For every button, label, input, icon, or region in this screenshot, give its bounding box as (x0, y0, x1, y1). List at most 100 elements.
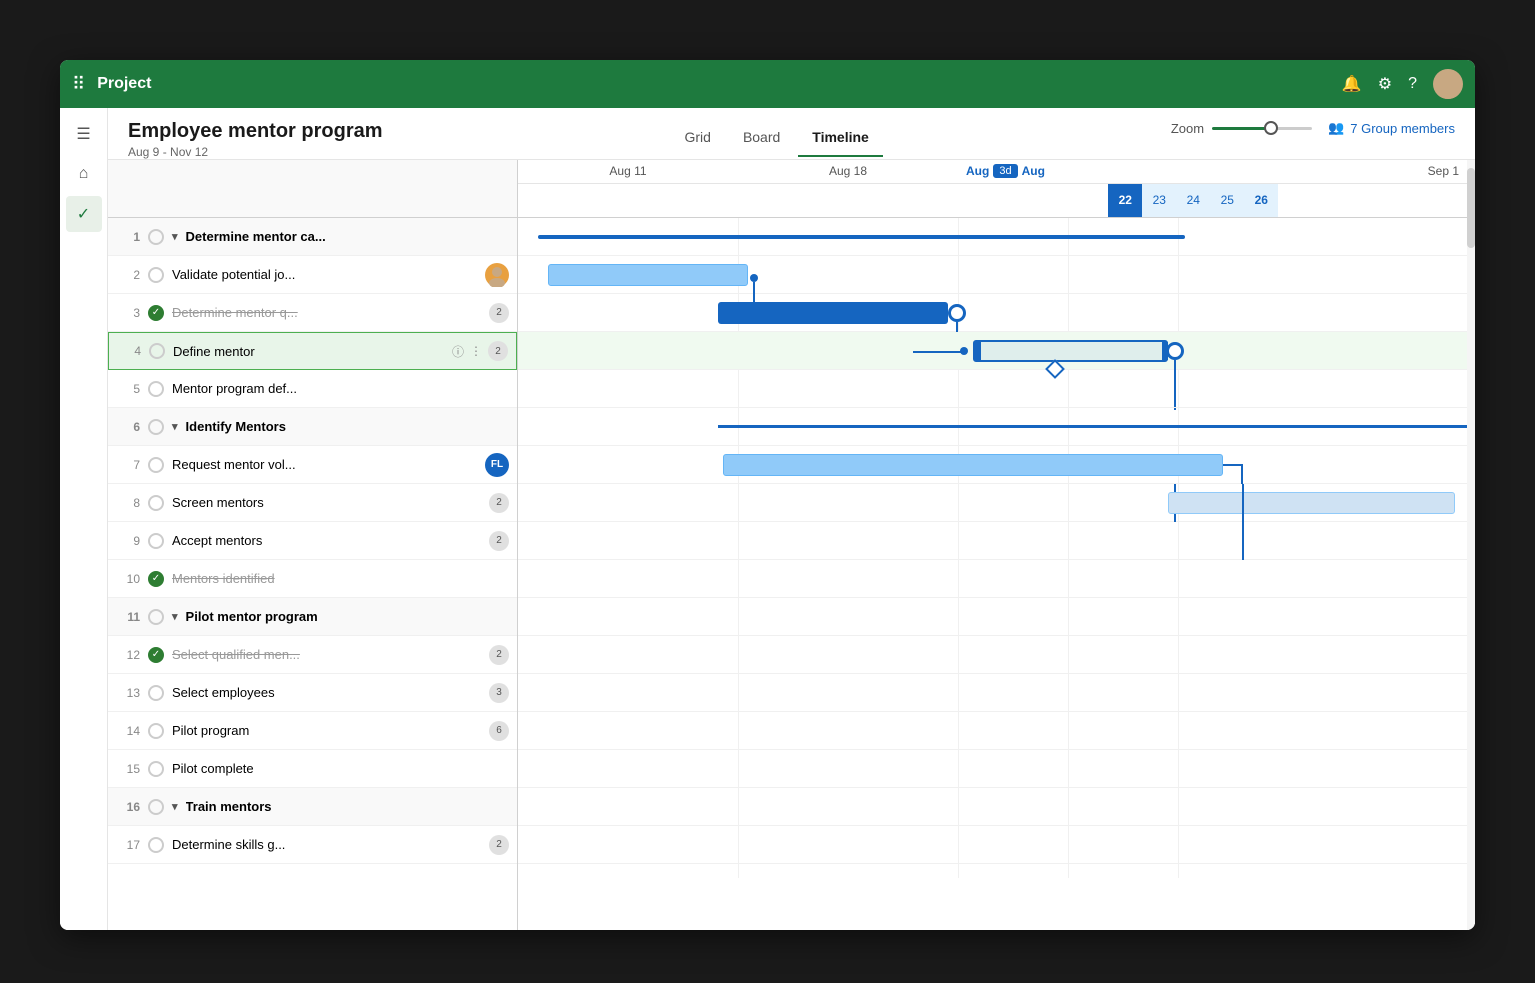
help-icon[interactable]: ? (1408, 75, 1417, 93)
day-25: 25 (1210, 184, 1244, 217)
connector-h2 (913, 351, 961, 353)
connector-v5 (1242, 484, 1244, 522)
bar-row1[interactable] (538, 235, 1185, 239)
view-tabs: Grid Board Timeline (670, 120, 882, 156)
avatar[interactable] (1433, 69, 1463, 99)
sidebar-item-hamburger[interactable]: ☰ (66, 116, 102, 152)
connector-dot (750, 274, 758, 282)
bar-row8[interactable] (1168, 492, 1455, 514)
sidebar-item-home[interactable]: ⌂ (66, 156, 102, 192)
task-list: 1 ▾ Determine mentor ca... 2 Validate po… (108, 160, 518, 930)
gantt-row-4 (518, 332, 1475, 370)
gantt-row-3 (518, 294, 1475, 332)
task-badge: 3 (489, 683, 509, 703)
header-right: Zoom 👥 7 Group members (1171, 120, 1455, 144)
connector-dot2 (960, 347, 968, 355)
table-row[interactable]: 14 Pilot program 6 (108, 712, 517, 750)
group-members-label: 7 Group members (1350, 121, 1455, 136)
day-24: 24 (1176, 184, 1210, 217)
gantt-area: Aug 11 Aug 18 Aug 3d Aug Sep 1 (518, 160, 1475, 930)
bar-row7[interactable] (723, 454, 1223, 476)
gantt-rows (518, 218, 1475, 878)
waffle-icon[interactable]: ⠿ (72, 74, 85, 95)
week-label-sep: Sep 1 (1053, 164, 1475, 178)
task-badge: 2 (489, 645, 509, 665)
zoom-control: Zoom (1171, 121, 1312, 136)
table-row[interactable]: 6 ▾ Identify Mentors (108, 408, 517, 446)
gantt-row-15 (518, 750, 1475, 788)
tab-timeline[interactable]: Timeline (798, 121, 883, 157)
task-avatar (485, 263, 509, 287)
table-row[interactable]: 17 Determine skills g... 2 (108, 826, 517, 864)
table-row[interactable]: 10 ✓ Mentors identified (108, 560, 517, 598)
gantt-row-5 (518, 370, 1475, 408)
table-row[interactable]: 1 ▾ Determine mentor ca... (108, 218, 517, 256)
bar-row2[interactable] (548, 264, 748, 286)
collapse-arrow[interactable]: ▾ (172, 420, 178, 433)
bar-row3[interactable] (718, 302, 948, 324)
timeline-header: Aug 11 Aug 18 Aug 3d Aug Sep 1 (518, 160, 1475, 218)
table-row[interactable]: 16 ▾ Train mentors (108, 788, 517, 826)
bar-row4[interactable] (973, 340, 1168, 362)
tab-grid[interactable]: Grid (670, 121, 724, 157)
day-26: 26 (1244, 184, 1278, 217)
project-dates: Aug 9 - Nov 12 (128, 145, 383, 159)
task-badge: 2 (489, 835, 509, 855)
table-row[interactable]: 11 ▾ Pilot mentor program (108, 598, 517, 636)
table-row[interactable]: 5 Mentor program def... (108, 370, 517, 408)
gantt-row-13 (518, 674, 1475, 712)
sidebar-icons: ☰ ⌂ ✓ (60, 108, 108, 930)
gantt-row-16 (518, 788, 1475, 826)
gantt-row-9 (518, 522, 1475, 560)
task-badge: 2 (489, 493, 509, 513)
collapse-arrow[interactable]: ▾ (172, 610, 178, 623)
gantt-inner: Aug 11 Aug 18 Aug 3d Aug Sep 1 (518, 160, 1475, 878)
week-label-1: Aug 11 (518, 164, 738, 178)
bar-row7-curve (1241, 464, 1243, 484)
gantt-scrollbar-thumb[interactable] (1467, 168, 1475, 248)
gantt-row-8 (518, 484, 1475, 522)
gantt-row-6 (518, 408, 1475, 446)
main-content: Employee mentor program Aug 9 - Nov 12 G… (108, 108, 1475, 930)
tab-board[interactable]: Board (729, 121, 794, 157)
top-bar-icons: 🔔 ⚙ ? (1342, 69, 1463, 99)
bar-row6-full (718, 425, 1475, 428)
gantt-row-2 (518, 256, 1475, 294)
gantt-row-12 (518, 636, 1475, 674)
table-row[interactable]: 12 ✓ Select qualified men... 2 (108, 636, 517, 674)
task-badge: 2 (489, 531, 509, 551)
info-icon[interactable]: ⓘ (452, 343, 464, 360)
content-area: ☰ ⌂ ✓ Employee mentor program Aug 9 - No… (60, 108, 1475, 930)
top-bar: ⠿ Project 🔔 ⚙ ? (60, 60, 1475, 108)
bar-end-circle (948, 304, 966, 322)
week-label-2: Aug 18 (738, 164, 958, 178)
settings-icon[interactable]: ⚙ (1378, 74, 1392, 94)
week-label-3: Aug 3d Aug (958, 164, 1053, 178)
sidebar-item-check[interactable]: ✓ (66, 196, 102, 232)
task-avatar: FL (485, 453, 509, 477)
collapse-arrow[interactable]: ▾ (172, 230, 178, 243)
table-row[interactable]: 8 Screen mentors 2 (108, 484, 517, 522)
app-title: Project (97, 75, 1330, 93)
gantt-container: 1 ▾ Determine mentor ca... 2 Validate po… (108, 160, 1475, 930)
connector-v6 (1242, 522, 1244, 560)
task-badge: 2 (488, 341, 508, 361)
project-header: Employee mentor program Aug 9 - Nov 12 G… (108, 108, 1475, 160)
gantt-row-10 (518, 560, 1475, 598)
zoom-slider[interactable] (1212, 127, 1312, 130)
gantt-scrollbar[interactable] (1467, 160, 1475, 930)
group-members-button[interactable]: 👥 7 Group members (1328, 120, 1455, 136)
table-row[interactable]: 9 Accept mentors 2 (108, 522, 517, 560)
more-icon[interactable]: ⋮ (470, 344, 482, 358)
group-icon: 👥 (1328, 120, 1344, 136)
table-row[interactable]: 4 Define mentor ⓘ ⋮ 2 (108, 332, 517, 370)
resize-handle-left[interactable] (975, 342, 981, 360)
table-row[interactable]: 13 Select employees 3 (108, 674, 517, 712)
table-row[interactable]: 15 Pilot complete (108, 750, 517, 788)
table-row[interactable]: 7 Request mentor vol... FL (108, 446, 517, 484)
table-row[interactable]: 3 ✓ Determine mentor q... 2 (108, 294, 517, 332)
notification-icon[interactable]: 🔔 (1342, 74, 1362, 94)
table-row[interactable]: 2 Validate potential jo... (108, 256, 517, 294)
collapse-arrow[interactable]: ▾ (172, 800, 178, 813)
gantt-row-14 (518, 712, 1475, 750)
